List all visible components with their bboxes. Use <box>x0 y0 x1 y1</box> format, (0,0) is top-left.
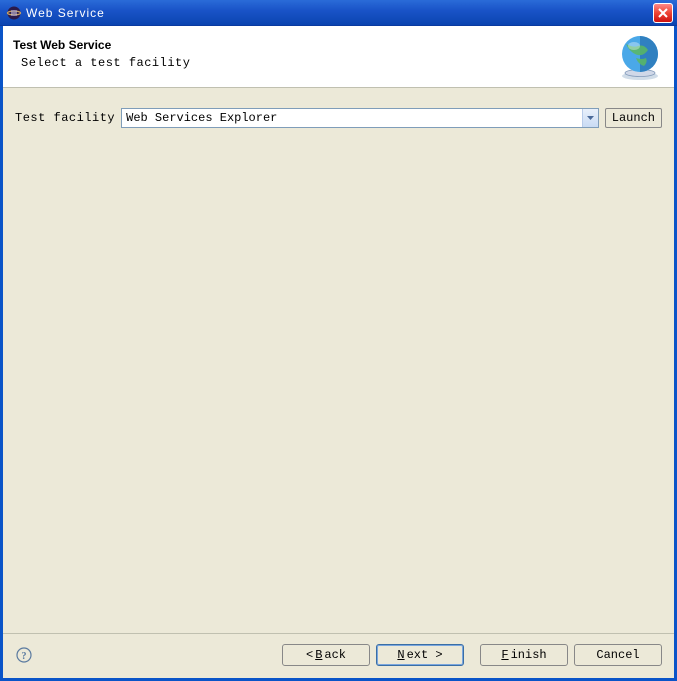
finish-button[interactable]: Finish <box>480 644 568 666</box>
test-facility-label: Test facility <box>15 111 115 125</box>
close-icon <box>658 8 668 18</box>
eclipse-icon <box>6 5 22 21</box>
dropdown-value: Web Services Explorer <box>122 111 582 125</box>
dialog-frame: Test Web Service Select a test facility … <box>0 26 677 681</box>
globe-icon <box>614 30 666 85</box>
wizard-subtitle: Select a test facility <box>13 56 664 70</box>
next-button[interactable]: Next > <box>376 644 464 666</box>
back-button[interactable]: < Back <box>282 644 370 666</box>
wizard-header: Test Web Service Select a test facility <box>3 26 674 88</box>
test-facility-row: Test facility Web Services Explorer Laun… <box>15 108 662 128</box>
help-button[interactable]: ? <box>15 646 33 664</box>
window-title: Web Service <box>26 6 653 20</box>
launch-button[interactable]: Launch <box>605 108 662 128</box>
chevron-down-icon <box>582 109 598 127</box>
wizard-title: Test Web Service <box>13 38 664 52</box>
launch-label: Launch <box>612 111 655 125</box>
wizard-content: Test facility Web Services Explorer Laun… <box>3 88 674 633</box>
cancel-button[interactable]: Cancel <box>574 644 662 666</box>
help-icon: ? <box>16 647 32 663</box>
svg-text:?: ? <box>22 651 27 662</box>
wizard-footer: ? < Back Next > Finish Cancel <box>3 633 674 678</box>
close-button[interactable] <box>653 3 673 23</box>
test-facility-dropdown[interactable]: Web Services Explorer <box>121 108 599 128</box>
titlebar: Web Service <box>0 0 677 26</box>
